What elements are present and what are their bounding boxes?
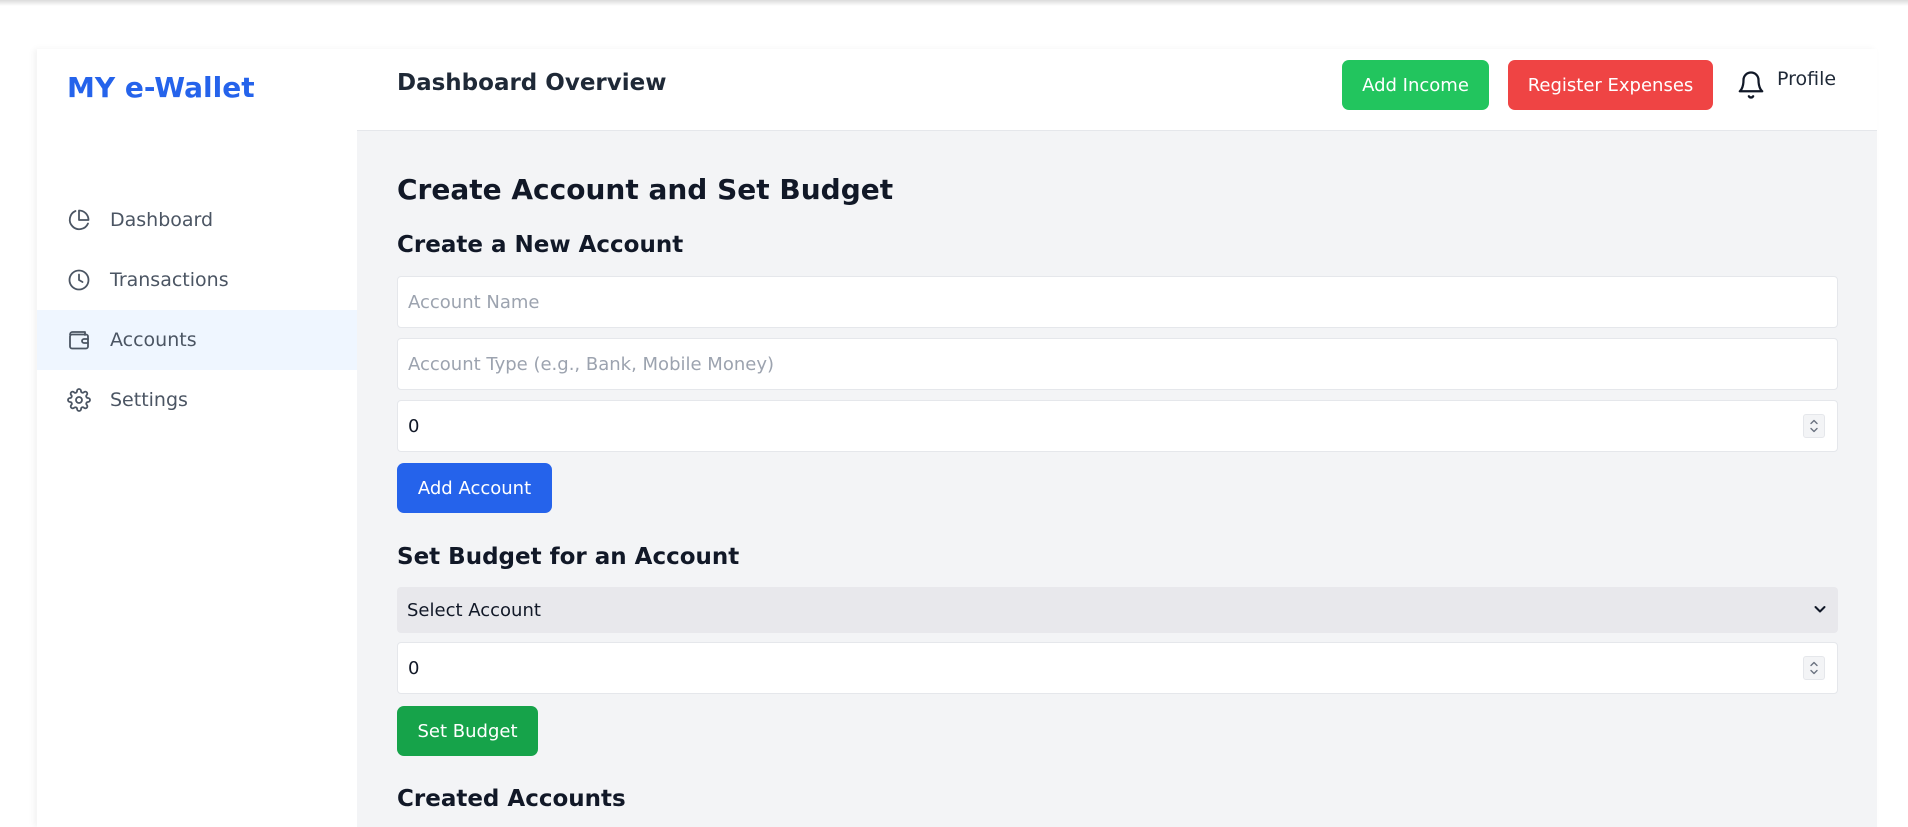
set-budget-button[interactable]: Set Budget (397, 706, 538, 756)
sidebar-item-label: Settings (110, 389, 188, 411)
sidebar-item-label: Transactions (110, 269, 229, 291)
pie-chart-icon (67, 207, 93, 233)
select-account-value: Select Account (407, 599, 541, 621)
sidebar-item-label: Dashboard (110, 209, 214, 231)
budget-amount-input[interactable]: 0 (397, 642, 1838, 694)
number-stepper-icon[interactable] (1803, 414, 1825, 438)
sidebar-item-accounts[interactable]: Accounts (37, 310, 357, 370)
select-account-dropdown[interactable]: Select Account (397, 587, 1838, 633)
account-balance-value: 0 (408, 415, 420, 437)
budget-amount-value: 0 (408, 657, 420, 679)
brand-logo[interactable]: MY e-Wallet (67, 71, 255, 104)
bell-icon[interactable] (1736, 70, 1766, 100)
page-title: Dashboard Overview (397, 70, 667, 96)
sidebar-item-dashboard[interactable]: Dashboard (37, 190, 357, 250)
top-shadow (0, 0, 1908, 6)
sidebar-item-label: Accounts (110, 329, 197, 351)
sidebar: MY e-Wallet Dashboard Transactions Accou… (37, 49, 357, 827)
add-account-button[interactable]: Add Account (397, 463, 552, 513)
account-balance-input[interactable]: 0 (397, 400, 1838, 452)
created-accounts-heading: Created Accounts (397, 786, 626, 812)
sidebar-item-transactions[interactable]: Transactions (37, 250, 357, 310)
app-window: MY e-Wallet Dashboard Transactions Accou… (37, 49, 1877, 827)
chevron-down-icon (1810, 599, 1830, 619)
sidebar-item-settings[interactable]: Settings (37, 370, 357, 430)
account-name-input[interactable]: Account Name (397, 276, 1838, 328)
sidebar-nav: Dashboard Transactions Accounts Settings (37, 190, 357, 430)
register-expenses-button[interactable]: Register Expenses (1508, 60, 1713, 110)
section-title: Create Account and Set Budget (397, 173, 894, 206)
account-type-input[interactable]: Account Type (e.g., Bank, Mobile Money) (397, 338, 1838, 390)
wallet-icon (67, 327, 93, 353)
top-header: Dashboard Overview Add Income Register E… (357, 49, 1877, 131)
profile-link[interactable]: Profile (1777, 68, 1836, 90)
clock-icon (67, 267, 93, 293)
gear-icon (67, 387, 93, 413)
number-stepper-icon[interactable] (1803, 656, 1825, 680)
add-income-button[interactable]: Add Income (1342, 60, 1489, 110)
create-account-heading: Create a New Account (397, 232, 684, 258)
main-content: Create Account and Set Budget Create a N… (357, 131, 1877, 827)
set-budget-heading: Set Budget for an Account (397, 544, 740, 570)
